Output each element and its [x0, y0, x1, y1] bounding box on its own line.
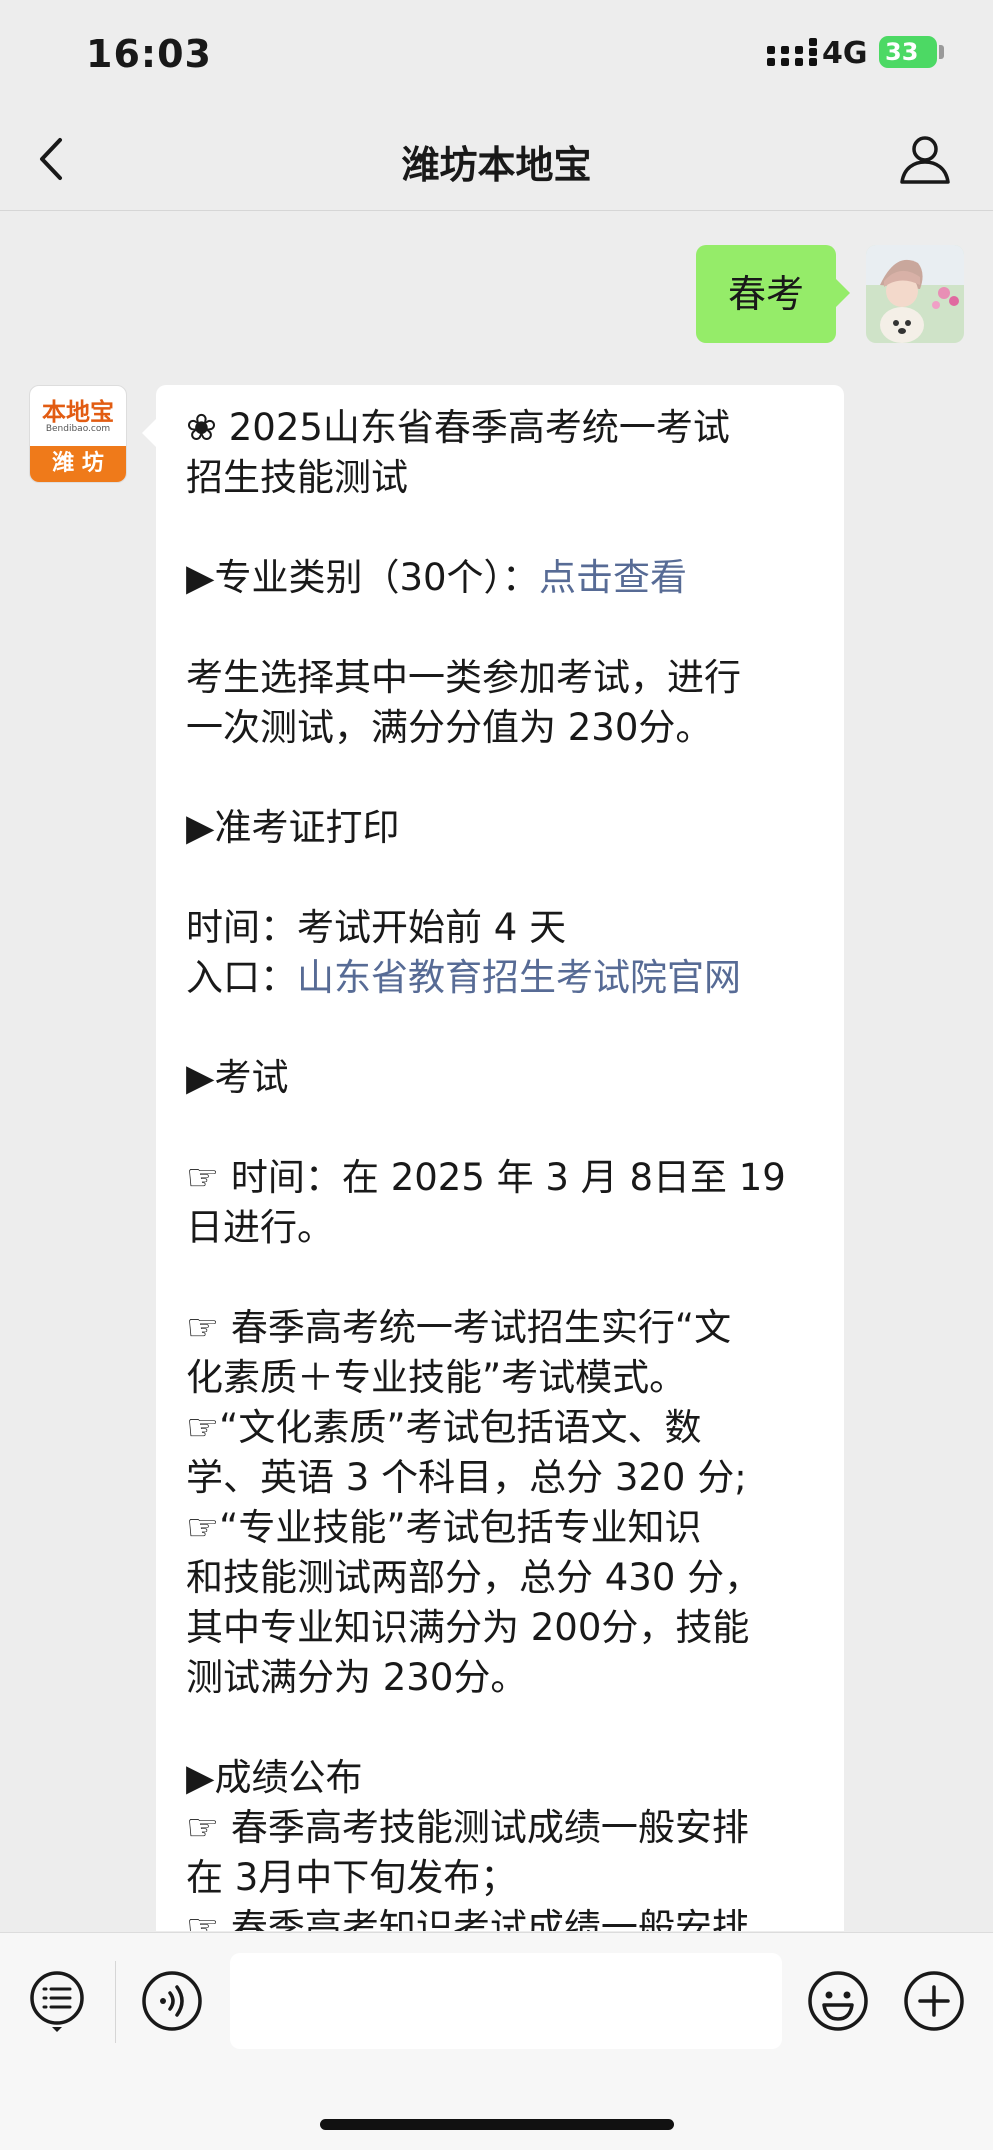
- user-message-bubble[interactable]: 春考: [696, 245, 850, 343]
- message-line: 化素质＋专业技能”考试模式。: [186, 1353, 818, 1403]
- message-line: [186, 853, 818, 903]
- user-avatar[interactable]: [866, 245, 964, 343]
- message-line: 和技能测试两部分，总分 430 分，: [186, 1553, 818, 1603]
- message-line-text: ▶成绩公布: [186, 1756, 363, 1799]
- message-line: [186, 753, 818, 803]
- message-line: 测试满分为 230分。: [186, 1653, 818, 1703]
- logo-brand-text: 本地宝: [42, 397, 114, 426]
- message-line: ▶准考证打印: [186, 803, 818, 853]
- message-line: 学、英语 3 个科目，总分 320 分;: [186, 1453, 818, 1503]
- bot-message-bubble[interactable]: ❀ 2025山东省春季高考统一考试 招生技能测试 ▶专业类别（30个）：点击查看考生…: [142, 385, 844, 1931]
- message-line-text: ☞ 春季高考技能测试成绩一般安排: [186, 1806, 749, 1849]
- profile-icon[interactable]: [898, 132, 952, 186]
- message-line: ❀ 2025山东省春季高考统一考试: [186, 403, 818, 453]
- plus-icon[interactable]: [902, 1969, 966, 2033]
- message-line: 其中专业知识满分为 200分，技能: [186, 1603, 818, 1653]
- message-line: 时间：考试开始前 4 天: [186, 903, 818, 953]
- message-line: [186, 1703, 818, 1753]
- battery-cap: [939, 45, 944, 59]
- message-line: 考生选择其中一类参加考试，进行: [186, 653, 818, 703]
- message-line: ▶考试: [186, 1053, 818, 1103]
- message-line-text: ☞ 春季高考统一考试招生实行“文: [186, 1306, 732, 1349]
- message-line-text: 和技能测试两部分，总分 430 分，: [186, 1556, 762, 1599]
- menu-list-icon[interactable]: [28, 1969, 86, 2033]
- message-line-text: 在 3月中下旬发布；: [186, 1856, 518, 1899]
- user-message-text: 春考: [727, 272, 804, 316]
- message-line: ▶成绩公布: [186, 1753, 818, 1803]
- message-line: ☞“文化素质”考试包括语文、数: [186, 1403, 818, 1453]
- status-time: 16:03: [86, 32, 212, 76]
- chat-title: 潍坊本地宝: [401, 143, 592, 187]
- battery-level: 33: [885, 38, 919, 66]
- message-line: ☞ 时间：在 2025 年 3 月 8日至 19: [186, 1153, 818, 1203]
- message-line-text: ☞ 春季高考知识考试成绩一般安排: [186, 1906, 749, 1931]
- logo-city-text: 潍 坊: [30, 446, 126, 482]
- input-divider: [115, 1961, 116, 2043]
- message-line: 日进行。: [186, 1203, 818, 1253]
- message-line-text: ☞“文化素质”考试包括语文、数: [186, 1406, 702, 1449]
- message-line-text: 测试满分为 230分。: [186, 1656, 528, 1699]
- message-line-text: 考生选择其中一类参加考试，进行: [186, 656, 741, 699]
- message-line: 在 3月中下旬发布；: [186, 1853, 818, 1903]
- message-line-text: 一次测试，满分分值为 230分。: [186, 706, 713, 749]
- message-line-text: 学、英语 3 个科目，总分 320 分;: [186, 1456, 747, 1499]
- user-avatar-image: [866, 245, 964, 343]
- message-line-text: 入口：: [186, 956, 297, 999]
- message-line-text: ☞“专业技能”考试包括专业知识: [186, 1506, 702, 1549]
- message-line-text: 化素质＋专业技能”考试模式。: [186, 1356, 687, 1399]
- message-line: [186, 1003, 818, 1053]
- message-line: ☞ 春季高考统一考试招生实行“文: [186, 1303, 818, 1353]
- emoji-icon[interactable]: [806, 1969, 870, 2033]
- logo-domain-text: Bendibao.com: [45, 424, 111, 434]
- message-line-text: 招生技能测试: [186, 456, 408, 499]
- status-bar: 16:03 4G 33: [0, 0, 993, 108]
- message-line: 入口：山东省教育招生考试院官网: [186, 953, 818, 1003]
- official-account-avatar[interactable]: 本地宝 Bendibao.com 潍 坊: [29, 385, 127, 483]
- message-line: ☞ 春季高考技能测试成绩一般安排: [186, 1803, 818, 1853]
- message-line-text: ❀ 2025山东省春季高考统一考试: [186, 406, 730, 449]
- message-line: [186, 1103, 818, 1153]
- message-line: [186, 503, 818, 553]
- message-line: 一次测试，满分分值为 230分。: [186, 703, 818, 753]
- message-line-text: ▶准考证打印: [186, 806, 400, 849]
- signal-strength-icon: [767, 38, 817, 66]
- battery-icon: 33: [879, 36, 937, 68]
- bot-message-content: ❀ 2025山东省春季高考统一考试 招生技能测试 ▶专业类别（30个）：点击查看考生…: [186, 403, 818, 1931]
- nav-bar: 潍坊本地宝: [0, 108, 993, 211]
- message-line: ☞“专业技能”考试包括专业知识: [186, 1503, 818, 1553]
- voice-input-icon[interactable]: [140, 1969, 204, 2033]
- message-line-text: 时间：考试开始前 4 天: [186, 906, 567, 949]
- message-line-text: ▶考试: [186, 1056, 289, 1099]
- message-line-text: ▶专业类别（30个）：: [186, 556, 540, 599]
- message-line-text: 其中专业知识满分为 200分，技能: [186, 1606, 750, 1649]
- message-line: ▶专业类别（30个）：点击查看: [186, 553, 818, 603]
- message-line: ☞ 春季高考知识考试成绩一般安排: [186, 1903, 818, 1931]
- input-bar: [0, 1932, 993, 2150]
- message-line-text: 日进行。: [186, 1206, 334, 1249]
- message-line-text: ☞ 时间：在 2025 年 3 月 8日至 19: [186, 1156, 786, 1199]
- message-line: 招生技能测试: [186, 453, 818, 503]
- message-input[interactable]: [230, 1953, 782, 2049]
- message-line: [186, 603, 818, 653]
- message-line: [186, 1253, 818, 1303]
- message-link[interactable]: 点击查看: [539, 556, 687, 599]
- network-type: 4G: [822, 36, 868, 71]
- message-link[interactable]: 山东省教育招生考试院官网: [297, 956, 741, 999]
- home-indicator: [320, 2119, 674, 2130]
- chat-area[interactable]: 春考 本地宝 Bendibao.com 潍 坊 ❀ 2025山东省春季高考统一考…: [0, 211, 993, 1931]
